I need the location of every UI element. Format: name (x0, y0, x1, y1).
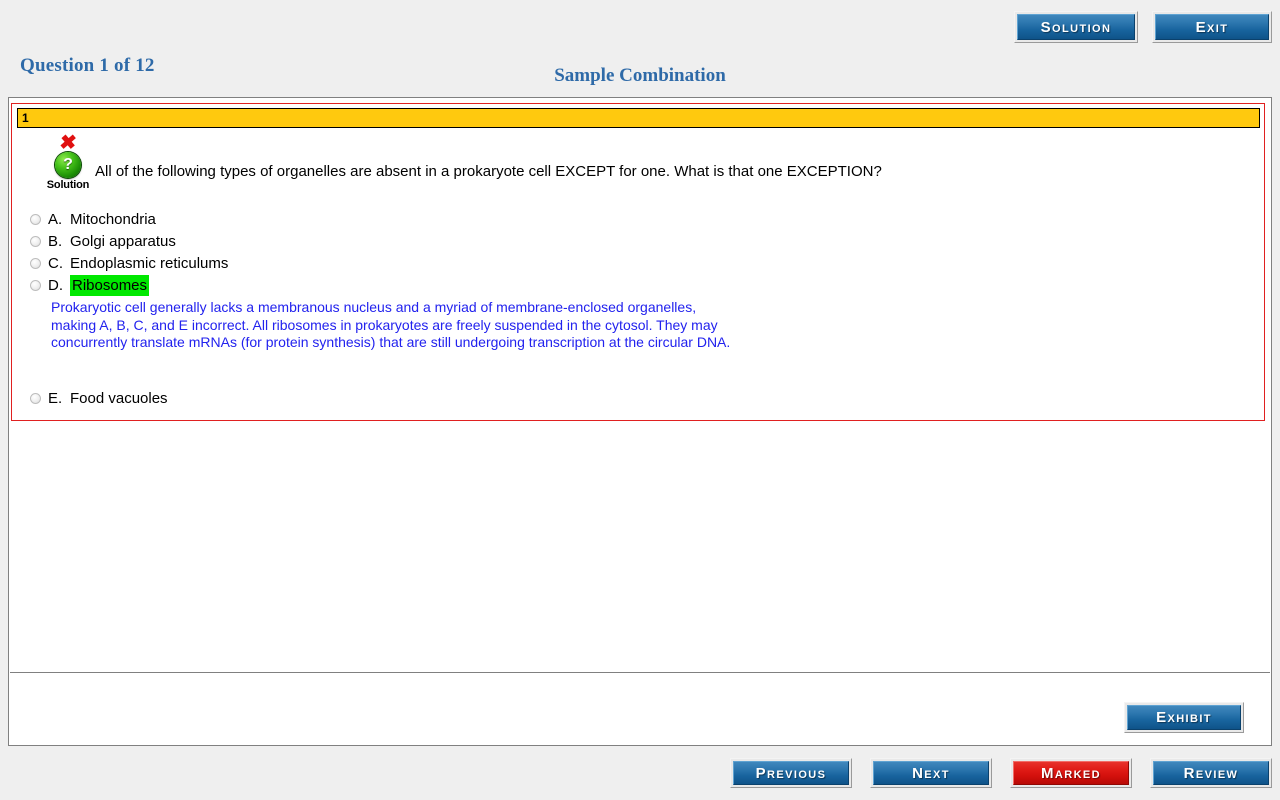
red-x-icon: ✖ (58, 132, 78, 154)
exhibit-button-label: Exhibit (1127, 705, 1241, 730)
marked-button[interactable]: Marked (1010, 758, 1132, 788)
review-button[interactable]: Review (1150, 758, 1272, 788)
previous-button[interactable]: Previous (730, 758, 852, 788)
exam-title: Sample Combination (554, 65, 726, 86)
exit-button-label: Exit (1155, 14, 1269, 40)
explanation-text: Prokaryotic cell generally lacks a membr… (51, 299, 731, 350)
question-text: All of the following types of organelles… (95, 163, 882, 180)
answer-option-b[interactable]: B. Golgi apparatus (30, 231, 1230, 253)
option-letter-e: E. (48, 390, 63, 407)
answer-option-a[interactable]: A. Mitochondria (30, 209, 1230, 231)
radio-button-e[interactable] (30, 393, 41, 404)
solution-icon-label: Solution (46, 179, 90, 191)
solution-button-label: Solution (1017, 14, 1135, 40)
question-number-bar: 1 (17, 108, 1260, 128)
top-bar: Solution Exit Question 1 of 12 Sample Co… (0, 0, 1280, 96)
navigation-button-group: Previous Next Marked Review (730, 758, 1272, 788)
solution-button[interactable]: Solution (1014, 11, 1138, 43)
option-text-c: Endoplasmic reticulums (70, 255, 229, 272)
answer-option-e[interactable]: E. Food vacuoles (30, 388, 630, 410)
question-number: 1 (22, 111, 29, 125)
option-letter-a: A. (48, 211, 63, 228)
answer-options-list-continued: E. Food vacuoles (30, 388, 630, 410)
option-text-a: Mitochondria (70, 211, 156, 228)
question-scroll-area[interactable]: 1 ✖ Solution All of the following types … (10, 99, 1270, 673)
previous-button-label: Previous (733, 761, 849, 785)
top-button-group: Solution Exit (1014, 11, 1272, 43)
option-letter-c: C. (48, 255, 63, 272)
radio-button-b[interactable] (30, 236, 41, 247)
answer-option-c[interactable]: C. Endoplasmic reticulums (30, 253, 1230, 275)
option-letter-d: D. (48, 277, 63, 294)
next-button-label: Next (873, 761, 989, 785)
exhibit-button[interactable]: Exhibit (1124, 702, 1244, 733)
radio-button-c[interactable] (30, 258, 41, 269)
footer-bar: Previous Next Marked Review (0, 746, 1280, 800)
review-button-label: Review (1153, 761, 1269, 785)
radio-button-a[interactable] (30, 214, 41, 225)
answer-option-d[interactable]: D. Ribosomes (30, 275, 1230, 297)
question-box: 1 ✖ Solution All of the following types … (11, 103, 1265, 421)
main-content-panel: 1 ✖ Solution All of the following types … (8, 97, 1272, 746)
option-letter-b: B. (48, 233, 63, 250)
radio-button-d[interactable] (30, 280, 41, 291)
exit-button[interactable]: Exit (1152, 11, 1272, 43)
exhibit-bar: Exhibit (10, 674, 1270, 745)
option-text-d: Ribosomes (70, 275, 150, 296)
option-text-b: Golgi apparatus (70, 233, 176, 250)
answer-options-list: A. Mitochondria B. Golgi apparatus C. En… (30, 209, 1230, 297)
exhibit-button-wrap: Exhibit (1124, 702, 1244, 733)
solution-icon-block[interactable]: ✖ Solution (44, 132, 92, 191)
next-button[interactable]: Next (870, 758, 992, 788)
option-text-e: Food vacuoles (70, 390, 168, 407)
marked-button-label: Marked (1013, 761, 1129, 785)
green-question-orb-icon[interactable] (55, 152, 81, 178)
